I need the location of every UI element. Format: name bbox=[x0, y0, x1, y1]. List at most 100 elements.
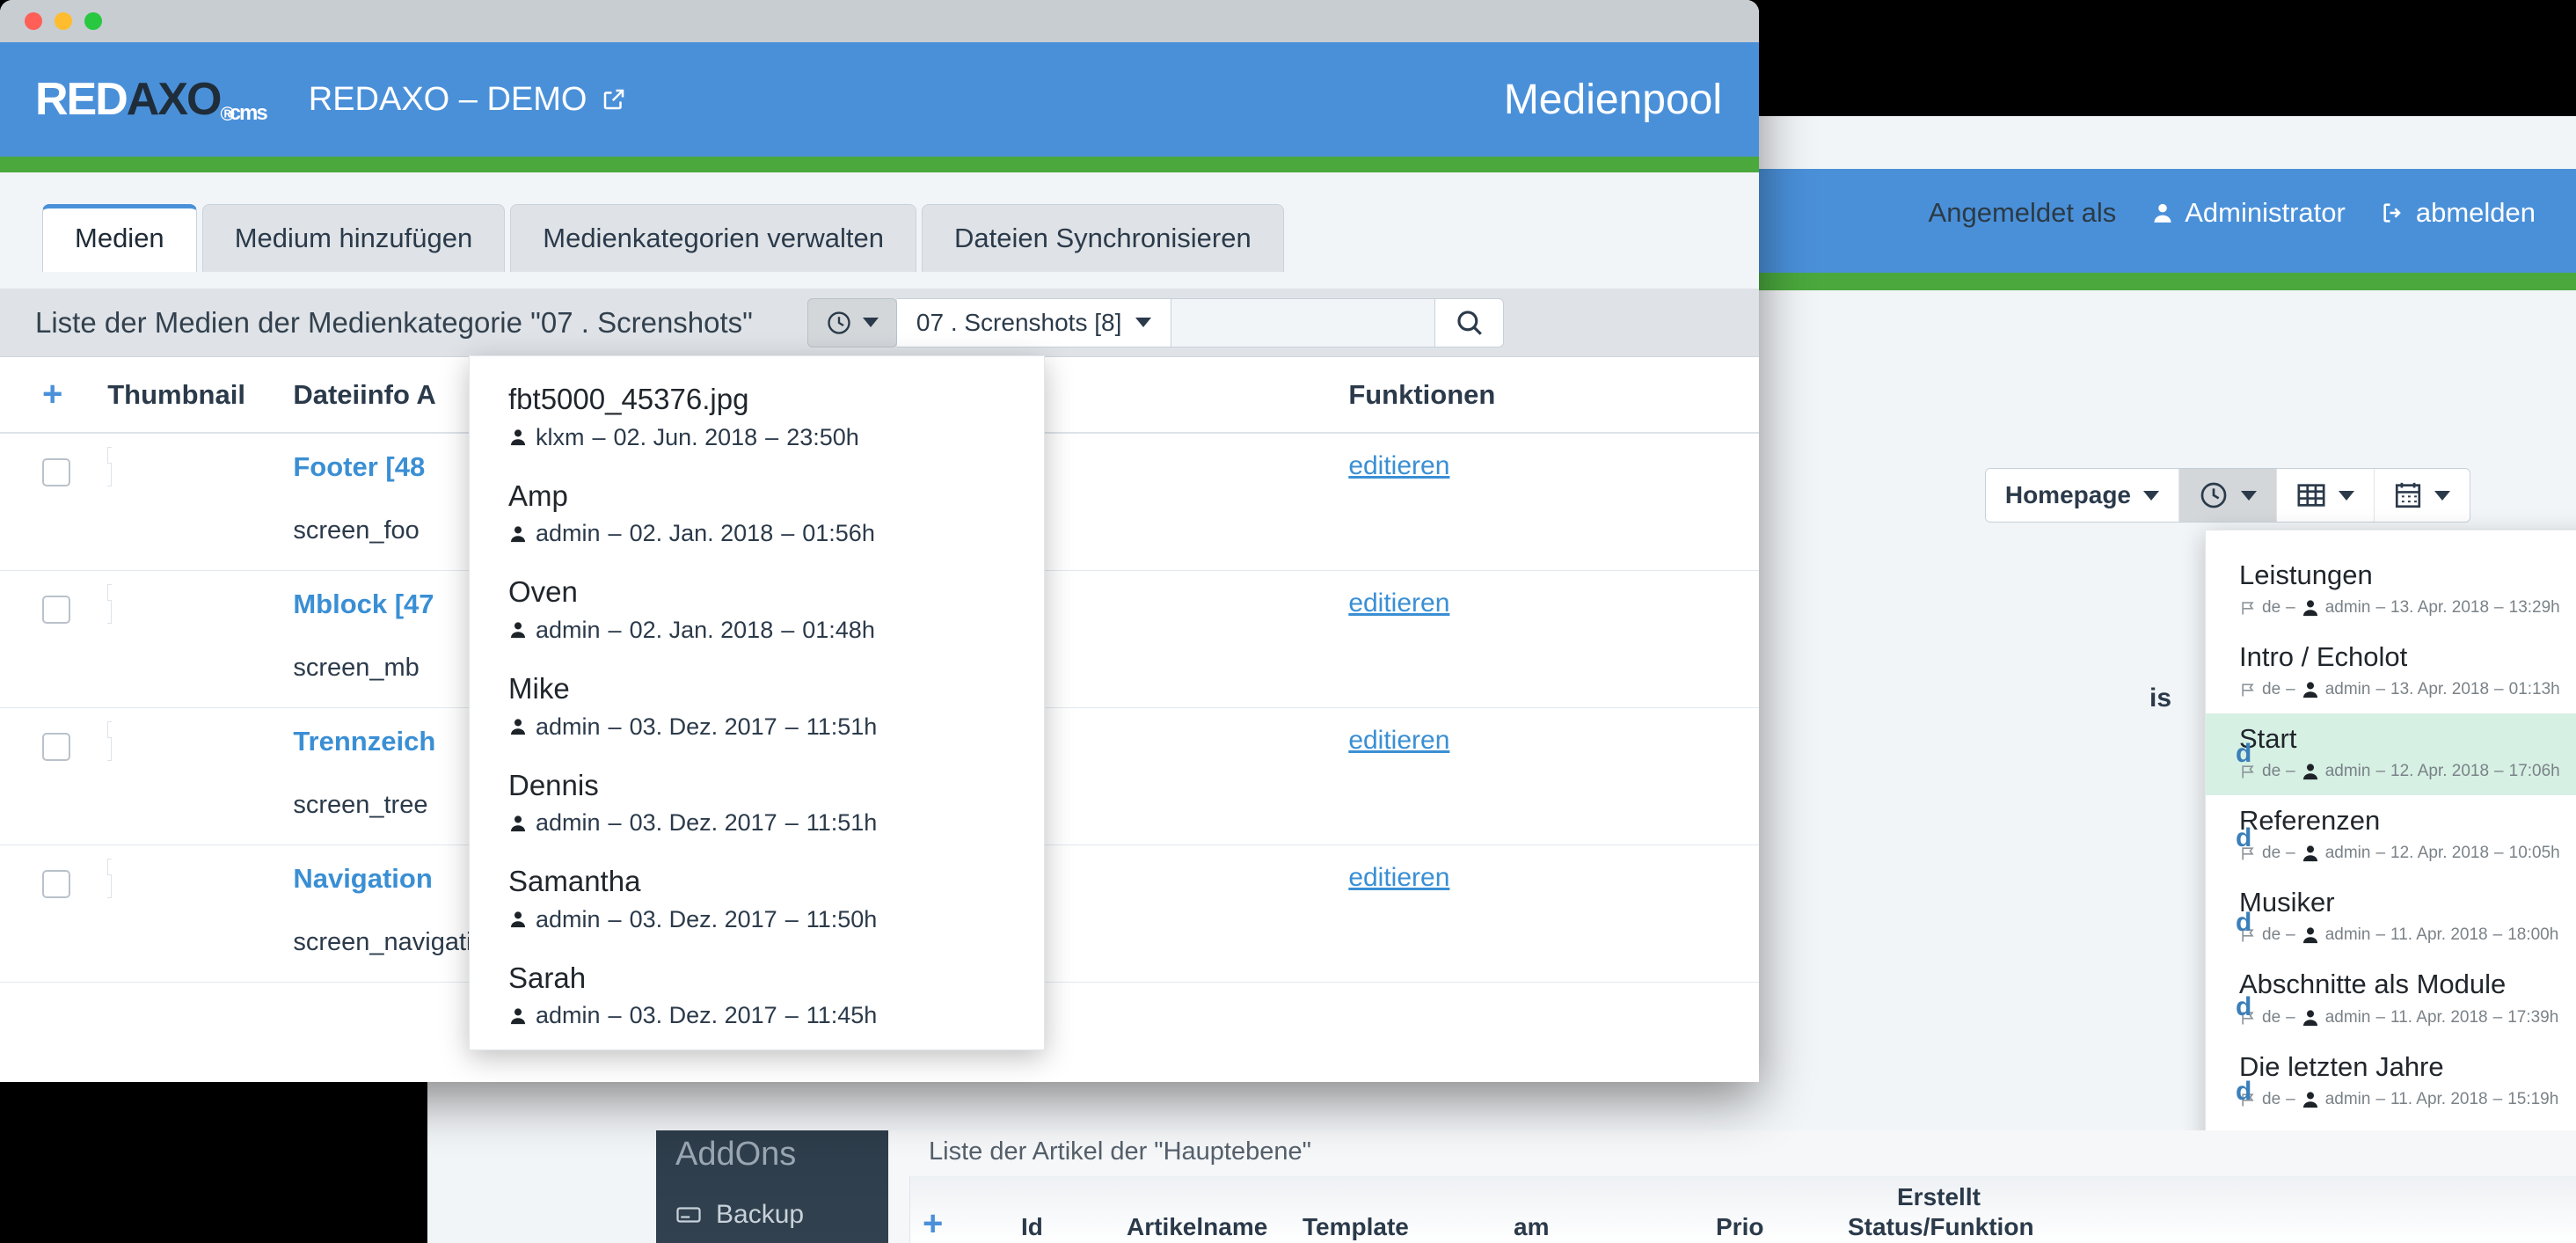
recent-articles-dropdown-button[interactable] bbox=[2179, 469, 2277, 522]
recent-articles-dropdown-panel[interactable]: Leistungen de – admin –13. Apr. 2018–13:29h I… bbox=[2205, 530, 2576, 1193]
media-table-add-column[interactable]: + bbox=[0, 357, 108, 434]
recent-media-item[interactable]: fbt5000_45376.jpg klxm –02. Jun. 2018–23:5… bbox=[470, 369, 1044, 465]
row-select-cell[interactable] bbox=[0, 845, 108, 983]
back-sidebar: AddOns Backup bbox=[656, 1130, 888, 1243]
logout-link[interactable]: abmelden bbox=[2381, 197, 2536, 229]
recent-article-item[interactable]: Musiker de – admin –11. Apr. 2018–18:00h bbox=[2206, 877, 2576, 959]
recent-media-item-meta: admin –03. Dez. 2017–11:45h bbox=[508, 1002, 1005, 1029]
recent-article-item[interactable]: Start de – admin –12. Apr. 2018–17:06h bbox=[2206, 713, 2576, 796]
back-article-column-am[interactable]: am bbox=[1501, 1213, 1704, 1241]
minimize-dot-icon[interactable] bbox=[55, 12, 72, 30]
row-select-cell[interactable] bbox=[0, 433, 108, 571]
recent-article-item[interactable]: Die letzten Jahre de – admin –11. Apr. 2018–… bbox=[2206, 1042, 2576, 1123]
recent-article-item-meta: de – admin –13. Apr. 2018–01:13h bbox=[2239, 678, 2576, 701]
row-edit-link[interactable]: editieren bbox=[1348, 589, 1449, 618]
media-table-th-funktionen[interactable]: Funktionen bbox=[1348, 357, 1759, 434]
navigation-screenshot-icon[interactable] bbox=[107, 858, 113, 898]
media-search-input[interactable] bbox=[1171, 297, 1436, 347]
recent-article-item-time: 17:39h bbox=[2507, 1007, 2559, 1027]
recent-article-item[interactable]: Intro / Echolot de – admin –13. Apr. 2018–01… bbox=[2206, 632, 2576, 713]
recent-article-item-user: admin bbox=[2324, 925, 2371, 945]
plus-icon[interactable]: + bbox=[42, 375, 62, 413]
row-select-cell[interactable] bbox=[0, 570, 108, 708]
back-table-ghost-cell: d bbox=[2236, 908, 2252, 937]
search-icon bbox=[1457, 310, 1482, 335]
recent-article-item-sep3: – bbox=[2492, 1089, 2503, 1108]
row-checkbox[interactable] bbox=[42, 458, 70, 486]
recent-media-item-meta: admin –02. Jan. 2018–01:48h bbox=[508, 617, 1005, 644]
recent-media-item-title: Samantha bbox=[508, 865, 641, 898]
row-edit-link[interactable]: editieren bbox=[1348, 726, 1449, 755]
recent-media-item-sep2: – bbox=[784, 713, 799, 740]
row-thumbnail-cell[interactable] bbox=[107, 845, 294, 983]
back-article-column-prio[interactable]: Prio bbox=[1704, 1213, 1835, 1241]
recent-media-item[interactable]: Amp admin –02. Jan. 2018–01:56h bbox=[470, 465, 1044, 562]
recent-media-item-time: 11:50h bbox=[806, 905, 878, 932]
current-user[interactable]: Administrator bbox=[2151, 197, 2346, 229]
recent-media-item-sep: – bbox=[592, 423, 606, 450]
recent-media-item[interactable]: Nicoleadmin–– bbox=[470, 1043, 1044, 1049]
row-select-cell[interactable] bbox=[0, 707, 108, 845]
back-view-toolbar: Homepage bbox=[1984, 468, 2470, 523]
recent-media-item-user: admin bbox=[536, 616, 601, 643]
plus-icon[interactable]: + bbox=[923, 1204, 943, 1243]
row-thumbnail-cell[interactable] bbox=[107, 570, 294, 708]
table-view-dropdown-button[interactable] bbox=[2277, 469, 2375, 522]
plus-icon-cell[interactable]: + bbox=[910, 1206, 1009, 1241]
chevron-down-icon bbox=[2241, 490, 2257, 501]
row-edit-link[interactable]: editieren bbox=[1348, 451, 1449, 480]
recent-media-item[interactable]: Sarah admin –03. Dez. 2017–11:45h bbox=[470, 947, 1044, 1044]
sidebar-item-backup-label: Backup bbox=[716, 1200, 805, 1229]
recent-media-item[interactable]: Mike admin –03. Dez. 2017–11:51h bbox=[470, 658, 1044, 755]
back-article-column-template[interactable]: Template bbox=[1290, 1213, 1501, 1241]
tab-dateien-synchronisieren[interactable]: Dateien Synchronisieren bbox=[921, 204, 1284, 272]
media-category-value: 07 . Screnshots [8] bbox=[916, 308, 1122, 336]
recent-article-item-lang: de bbox=[2262, 598, 2281, 618]
back-article-column-status-funktion[interactable]: Status/Funktion bbox=[1835, 1213, 2117, 1241]
recent-article-item[interactable]: Referenzen de – admin –12. Apr. 2018–10:05h bbox=[2206, 795, 2576, 877]
recent-article-item-sep: – bbox=[2286, 598, 2295, 618]
back-table-ghost-bold-fragment: is bbox=[2149, 684, 2172, 713]
user-icon bbox=[510, 622, 526, 639]
recent-article-item-time: 01:13h bbox=[2508, 680, 2560, 699]
recent-article-item[interactable]: Abschnitte als Module de – admin –11. Apr. 2… bbox=[2206, 959, 2576, 1041]
back-article-column-artikelname[interactable]: Artikelname bbox=[1114, 1213, 1290, 1241]
row-thumbnail-cell[interactable] bbox=[107, 433, 294, 571]
recent-media-item-date: 02. Jan. 2018 bbox=[629, 616, 774, 643]
recent-article-item-title: Abschnitte als Module bbox=[2239, 969, 2507, 1000]
recent-media-item-date: 03. Dez. 2017 bbox=[629, 713, 777, 740]
back-article-column-id[interactable]: Id bbox=[1009, 1213, 1114, 1241]
recent-media-dropdown-panel[interactable]: fbt5000_45376.jpg klxm –02. Jun. 2018–23:5… bbox=[469, 355, 1045, 1050]
tab-medien[interactable]: Medien bbox=[42, 204, 197, 272]
tabs-area: Medien Medium hinzufügen Medienkategorien … bbox=[0, 172, 1759, 289]
media-table-th-thumbnail[interactable]: Thumbnail bbox=[107, 357, 294, 434]
tab-medienkategorien-verwalten[interactable]: Medienkategorien verwalten bbox=[510, 204, 916, 272]
recent-media-dropdown-button[interactable] bbox=[806, 297, 897, 347]
row-thumbnail-cell[interactable] bbox=[107, 707, 294, 845]
homepage-dropdown-button[interactable]: Homepage bbox=[1985, 469, 2179, 522]
tab-medium-hinzuf-gen[interactable]: Medium hinzufügen bbox=[201, 204, 506, 272]
sidebar-item-backup[interactable]: Backup bbox=[656, 1174, 888, 1230]
recent-media-item[interactable]: Dennis admin –03. Dez. 2017–11:51h bbox=[470, 755, 1044, 852]
recent-media-item[interactable]: Samantha admin –03. Dez. 2017–11:50h bbox=[470, 851, 1044, 947]
external-link-icon[interactable] bbox=[601, 86, 627, 113]
media-search-button[interactable] bbox=[1435, 297, 1505, 347]
mblock-screenshot-icon[interactable] bbox=[107, 583, 113, 624]
row-checkbox[interactable] bbox=[42, 732, 70, 761]
footer-screenshot-icon[interactable] bbox=[107, 447, 113, 486]
recent-article-item[interactable]: Leistungen de – admin –13. Apr. 2018–13:29h bbox=[2206, 550, 2576, 632]
maximize-dot-icon[interactable] bbox=[84, 12, 102, 30]
recent-article-item-user: admin bbox=[2324, 1089, 2371, 1108]
trennzeichen-screenshot-icon[interactable] bbox=[107, 720, 113, 761]
row-edit-link[interactable]: editieren bbox=[1348, 863, 1449, 892]
media-category-select[interactable]: 07 . Screnshots [8] bbox=[896, 297, 1172, 347]
row-checkbox[interactable] bbox=[42, 595, 70, 624]
media-list-title: Liste der Medien der Medienkategorie "07… bbox=[35, 305, 753, 339]
close-dot-icon[interactable] bbox=[25, 12, 42, 30]
recent-article-item-date: 11. Apr. 2018 bbox=[2390, 925, 2488, 945]
row-checkbox[interactable] bbox=[42, 869, 70, 898]
recent-media-item[interactable]: Oven admin –02. Jan. 2018–01:48h bbox=[470, 561, 1044, 658]
front-green-accent-bar bbox=[0, 157, 1759, 172]
calendar-view-dropdown-button[interactable] bbox=[2375, 469, 2470, 522]
project-title[interactable]: REDAXO – DEMO bbox=[309, 81, 628, 119]
